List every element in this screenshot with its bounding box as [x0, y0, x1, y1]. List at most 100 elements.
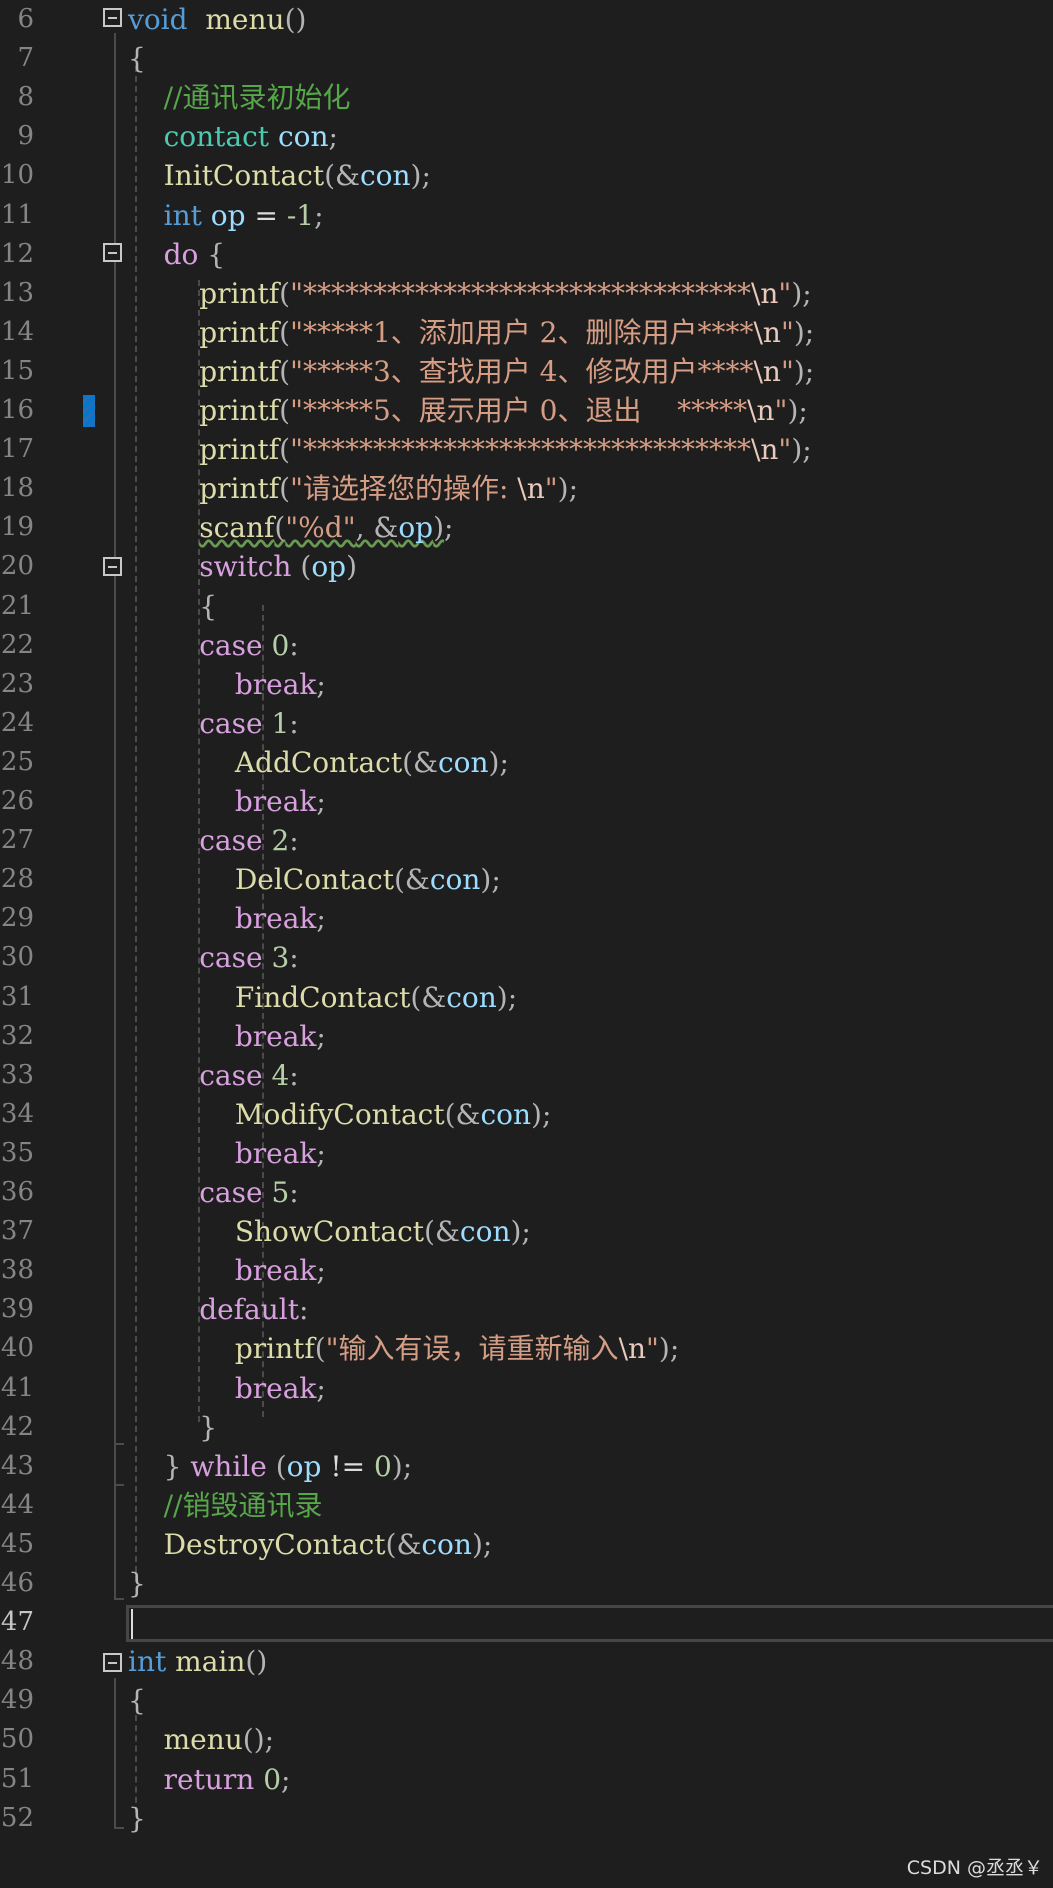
code-text[interactable]: InitContact(&con); — [128, 156, 431, 195]
code-line-41[interactable]: 41 break; — [0, 1369, 1053, 1408]
code-line-14[interactable]: 14 printf("*****1、添加用户 2、删除用户****\n"); — [0, 313, 1053, 352]
code-text[interactable]: printf("*****1、添加用户 2、删除用户****\n"); — [128, 313, 814, 352]
code-line-28[interactable]: 28 DelContact(&con); — [0, 860, 1053, 899]
code-line-18[interactable]: 18 printf("请选择您的操作: \n"); — [0, 469, 1053, 508]
code-text[interactable]: DestroyContact(&con); — [128, 1525, 493, 1564]
code-line-52[interactable]: 52} — [0, 1799, 1053, 1838]
code-line-42[interactable]: 42 } — [0, 1408, 1053, 1447]
code-text[interactable]: case 4: — [128, 1056, 299, 1095]
code-text[interactable]: } — [128, 1799, 146, 1838]
code-line-45[interactable]: 45 DestroyContact(&con); — [0, 1525, 1053, 1564]
code-line-21[interactable]: 21 { — [0, 587, 1053, 626]
code-line-40[interactable]: 40 printf("输入有误，请重新输入\n"); — [0, 1329, 1053, 1368]
code-line-38[interactable]: 38 break; — [0, 1251, 1053, 1290]
line-number: 37 — [0, 1216, 34, 1247]
code-text[interactable]: printf("输入有误，请重新输入\n"); — [128, 1329, 679, 1368]
code-line-17[interactable]: 17 printf("*****************************… — [0, 430, 1053, 469]
code-line-23[interactable]: 23 break; — [0, 665, 1053, 704]
code-line-25[interactable]: 25 AddContact(&con); — [0, 743, 1053, 782]
code-line-43[interactable]: 43 } while (op != 0); — [0, 1447, 1053, 1486]
code-text[interactable]: } — [128, 1564, 146, 1603]
code-text[interactable]: void menu() — [128, 0, 306, 39]
code-text[interactable]: ModifyContact(&con); — [128, 1095, 552, 1134]
code-text[interactable]: AddContact(&con); — [128, 743, 509, 782]
code-text[interactable]: } while (op != 0); — [128, 1447, 413, 1486]
code-text[interactable]: //通讯录初始化 — [128, 78, 351, 117]
code-line-11[interactable]: 11 int op = -1; — [0, 196, 1053, 235]
code-text[interactable]: printf("*****3、查找用户 4、修改用户****\n"); — [128, 352, 814, 391]
code-line-12[interactable]: 12 do { — [0, 235, 1053, 274]
code-text[interactable]: DelContact(&con); — [128, 860, 501, 899]
code-line-46[interactable]: 46} — [0, 1564, 1053, 1603]
code-line-31[interactable]: 31 FindContact(&con); — [0, 978, 1053, 1017]
code-line-24[interactable]: 24 case 1: — [0, 704, 1053, 743]
code-line-29[interactable]: 29 break; — [0, 899, 1053, 938]
code-text[interactable]: case 2: — [128, 821, 299, 860]
code-text[interactable]: { — [128, 1681, 146, 1720]
code-line-9[interactable]: 9 contact con; — [0, 117, 1053, 156]
code-text[interactable]: switch (op) — [128, 547, 357, 586]
code-line-10[interactable]: 10 InitContact(&con); — [0, 156, 1053, 195]
code-line-48[interactable]: 48 int main() — [0, 1642, 1053, 1681]
code-text[interactable]: printf("********************************… — [128, 274, 811, 313]
code-text[interactable]: return 0; — [128, 1760, 291, 1799]
code-text[interactable]: break; — [128, 782, 326, 821]
code-line-51[interactable]: 51 return 0; — [0, 1760, 1053, 1799]
code-text[interactable]: default: — [128, 1290, 308, 1329]
code-line-37[interactable]: 37 ShowContact(&con); — [0, 1212, 1053, 1251]
code-line-27[interactable]: 27 case 2: — [0, 821, 1053, 860]
code-text[interactable]: printf("请选择您的操作: \n"); — [128, 469, 578, 508]
code-line-32[interactable]: 32 break; — [0, 1017, 1053, 1056]
code-token: ); — [410, 159, 431, 193]
code-line-34[interactable]: 34 ModifyContact(&con); — [0, 1095, 1053, 1134]
code-editor[interactable]: 6 void menu() 7{8 //通讯录初始化 9 contact con; 10… — [0, 0, 1053, 1888]
code-line-15[interactable]: 15 printf("*****3、查找用户 4、修改用户****\n"); — [0, 352, 1053, 391]
code-line-49[interactable]: 49 { — [0, 1681, 1053, 1720]
code-text[interactable]: do { — [128, 235, 226, 274]
code-text[interactable]: break; — [128, 1134, 326, 1173]
code-line-36[interactable]: 36 case 5: — [0, 1173, 1053, 1212]
code-text[interactable]: contact con; — [128, 117, 338, 156]
code-line-13[interactable]: 13 printf("*****************************… — [0, 274, 1053, 313]
code-text[interactable]: menu(); — [128, 1720, 274, 1759]
code-text[interactable]: ShowContact(&con); — [128, 1212, 531, 1251]
code-text[interactable]: scanf("%d", &op); — [128, 508, 453, 547]
code-text[interactable]: case 5: — [128, 1173, 299, 1212]
code-line-6[interactable]: 6 void menu() — [0, 0, 1053, 39]
code-text[interactable]: printf("*****5、展示用户 0、退出 *****\n"); — [128, 391, 808, 430]
code-text[interactable]: { — [128, 39, 146, 78]
code-line-20[interactable]: 20 switch (op) — [0, 547, 1053, 586]
code-text[interactable]: int main() — [128, 1642, 267, 1681]
code-text[interactable]: break; — [128, 665, 326, 704]
code-text[interactable]: case 0: — [128, 626, 299, 665]
code-line-39[interactable]: 39 default: — [0, 1290, 1053, 1329]
code-text[interactable]: break; — [128, 899, 326, 938]
code-line-47[interactable]: 47 — [0, 1603, 1053, 1642]
code-text[interactable]: case 3: — [128, 938, 299, 977]
code-text[interactable]: int op = -1; — [128, 196, 324, 235]
code-text[interactable]: { — [128, 587, 217, 626]
code-token: \n — [750, 276, 779, 310]
code-line-22[interactable]: 22 case 0: — [0, 626, 1053, 665]
code-line-19[interactable]: 19 scanf("%d", &op); — [0, 508, 1053, 547]
code-text[interactable]: } — [128, 1408, 217, 1447]
code-text[interactable]: FindContact(&con); — [128, 978, 517, 1017]
line-number: 22 — [0, 629, 34, 660]
code-line-26[interactable]: 26 break; — [0, 782, 1053, 821]
code-text[interactable]: case 1: — [128, 704, 299, 743]
code-line-8[interactable]: 8 //通讯录初始化 — [0, 78, 1053, 117]
code-text[interactable]: break; — [128, 1369, 326, 1408]
code-text[interactable]: break; — [128, 1017, 326, 1056]
code-line-44[interactable]: 44 //销毁通讯录 — [0, 1486, 1053, 1525]
code-text[interactable]: break; — [128, 1251, 326, 1290]
code-line-33[interactable]: 33 case 4: — [0, 1056, 1053, 1095]
code-line-50[interactable]: 50 menu(); — [0, 1720, 1053, 1759]
code-line-16[interactable]: 16 printf("*****5、展示用户 0、退出 *****\n"); — [0, 391, 1053, 430]
code-text[interactable]: printf("********************************… — [128, 430, 811, 469]
code-line-35[interactable]: 35 break; — [0, 1134, 1053, 1173]
code-text[interactable]: //销毁通讯录 — [128, 1486, 323, 1525]
code-line-7[interactable]: 7{ — [0, 39, 1053, 78]
code-line-30[interactable]: 30 case 3: — [0, 938, 1053, 977]
